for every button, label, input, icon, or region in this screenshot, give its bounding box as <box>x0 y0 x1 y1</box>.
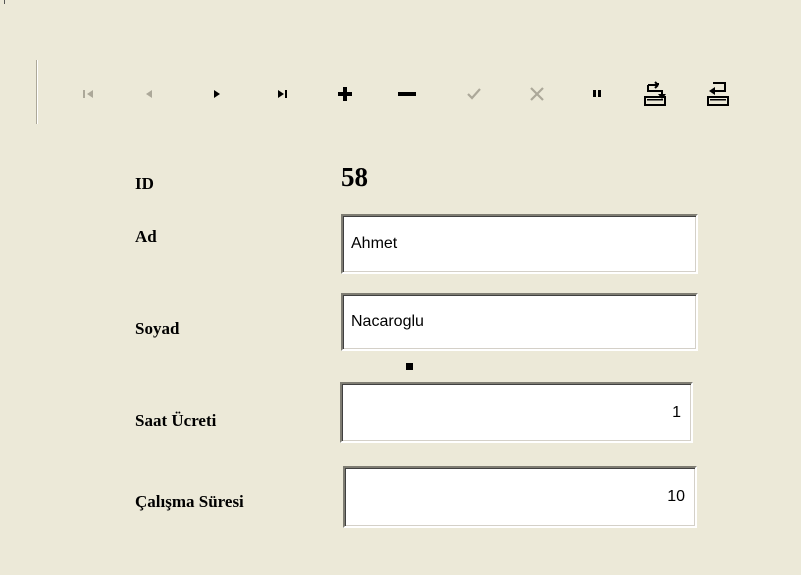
db-navigator-toolbar <box>36 60 766 126</box>
check-icon <box>467 88 481 100</box>
ad-field[interactable] <box>341 214 698 274</box>
next-record-icon <box>214 90 220 98</box>
soyad-field[interactable] <box>341 293 698 351</box>
first-record-icon <box>83 90 93 98</box>
calisma-suresi-field[interactable] <box>343 466 697 528</box>
saat-ucreti-label: Saat Ücreti <box>135 411 217 430</box>
window-corner-tick <box>4 0 5 4</box>
minus-icon <box>398 92 416 96</box>
apply-updates-icon <box>644 81 666 106</box>
last-record-button[interactable] <box>262 78 302 110</box>
prior-record-icon <box>146 90 152 98</box>
id-label: ID <box>135 174 154 193</box>
apply-updates-button[interactable] <box>635 78 675 110</box>
calisma-suresi-label: Çalışma Süresi <box>135 492 244 511</box>
last-record-icon <box>278 90 287 98</box>
edit-record-button[interactable] <box>577 78 617 110</box>
soyad-label: Soyad <box>135 319 180 338</box>
plus-icon <box>338 87 352 101</box>
saat-ucreti-field[interactable] <box>340 382 693 443</box>
id-value: 58 <box>341 162 368 192</box>
prior-record-button[interactable] <box>129 78 169 110</box>
x-icon <box>530 87 544 101</box>
toolbar-separator <box>36 60 37 124</box>
first-record-button[interactable] <box>69 78 109 110</box>
cancel-edit-button[interactable] <box>517 78 557 110</box>
post-edit-button[interactable] <box>454 78 494 110</box>
next-record-button[interactable] <box>197 78 237 110</box>
insert-record-button[interactable] <box>325 78 365 110</box>
cancel-updates-button[interactable] <box>698 78 738 110</box>
resize-handle[interactable] <box>406 363 413 370</box>
delete-record-button[interactable] <box>387 78 427 110</box>
ad-label: Ad <box>135 227 157 246</box>
edit-icon <box>593 90 601 97</box>
cancel-updates-icon <box>707 82 729 106</box>
